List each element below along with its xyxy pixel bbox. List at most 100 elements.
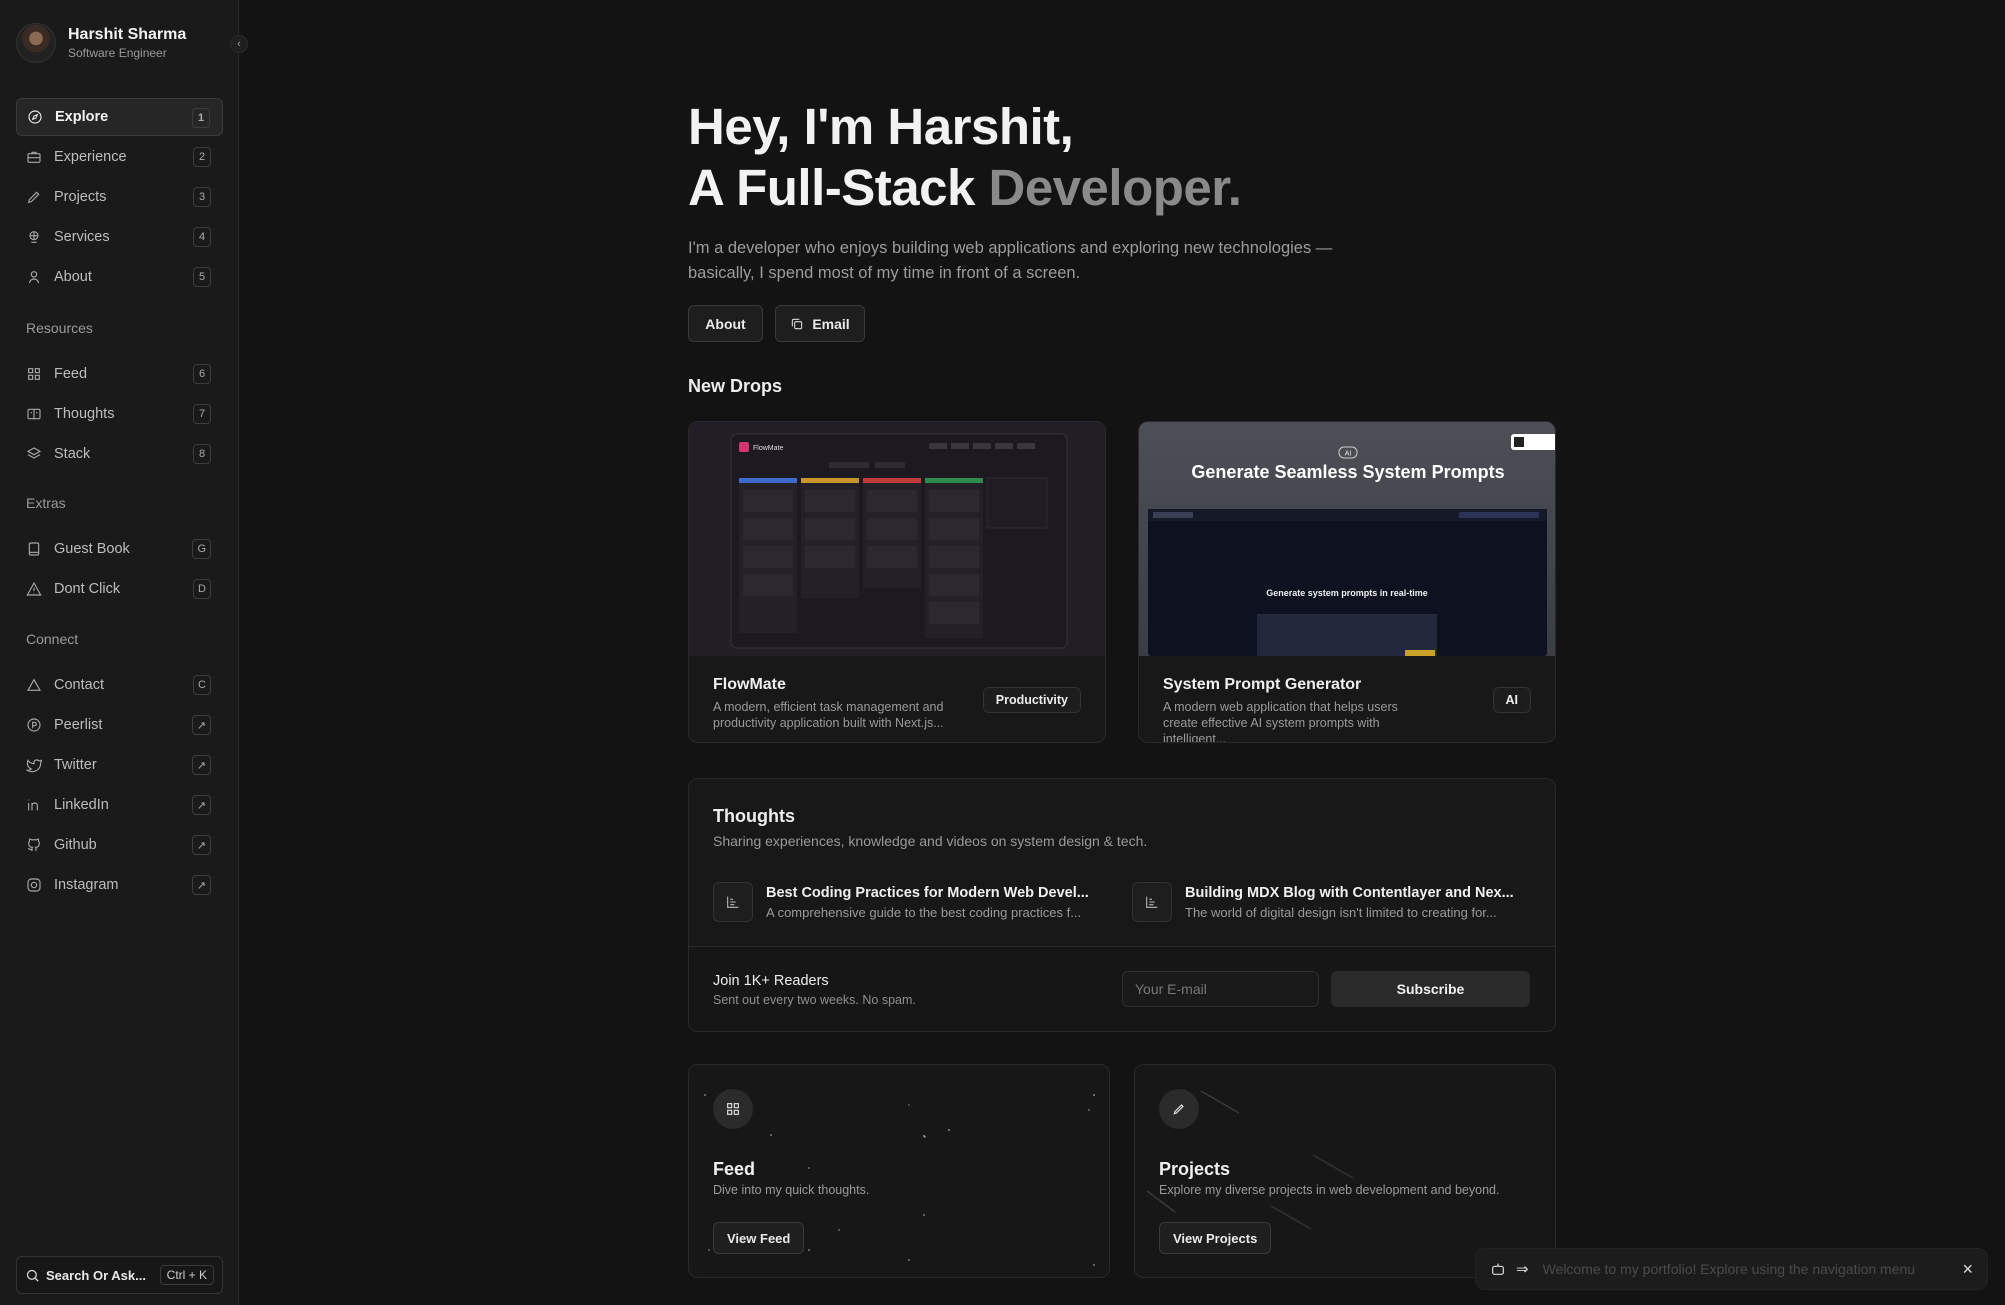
guestbook-icon bbox=[28, 542, 40, 556]
sidebar-item-label: Dont Click bbox=[54, 581, 121, 597]
view-feed-button[interactable]: View Feed bbox=[713, 1222, 805, 1254]
email-button[interactable]: Email bbox=[775, 305, 865, 342]
compass-icon bbox=[28, 110, 42, 124]
sidebar-item-projects[interactable]: Projects 3 bbox=[16, 178, 223, 216]
view-projects-button[interactable]: View Projects bbox=[1159, 1222, 1272, 1254]
thoughts-subheading: Sharing experiences, knowledge and video… bbox=[713, 833, 1148, 849]
sidebar-item-guest-book[interactable]: Guest Book G bbox=[16, 530, 223, 568]
projects-feature-card: Projects Explore my diverse projects in … bbox=[1134, 1064, 1556, 1278]
sidebar-item-label: Thoughts bbox=[54, 406, 115, 422]
feature-description: Dive into my quick thoughts. bbox=[713, 1183, 870, 1197]
sidebar-item-explore[interactable]: Explore 1 bbox=[16, 98, 223, 136]
twitter-icon bbox=[26, 759, 42, 773]
section-label-connect: Connect bbox=[26, 631, 79, 647]
layers-icon bbox=[26, 447, 42, 459]
search-shortcut: Ctrl + K bbox=[159, 1265, 214, 1285]
feed-feature-card: Feed Dive into my quick thoughts. View F… bbox=[688, 1064, 1110, 1278]
flowmate-preview-name: FlowMate bbox=[753, 445, 783, 452]
shortcut-badge: 1 bbox=[192, 108, 210, 128]
sidebar-item-label: Instagram bbox=[54, 877, 119, 893]
card-tag: AI bbox=[1492, 687, 1531, 713]
external-link-icon: ↗ bbox=[191, 795, 211, 815]
sidebar-item-services[interactable]: Services 4 bbox=[16, 218, 223, 256]
shortcut-badge: 5 bbox=[193, 267, 211, 287]
sidebar-item-label: Projects bbox=[54, 189, 107, 205]
sidebar-item-instagram[interactable]: Instagram ↗ bbox=[16, 866, 223, 904]
hero-line-2: A Full-Stack Developer. bbox=[688, 157, 1242, 218]
warning-icon bbox=[26, 581, 42, 596]
sidebar-item-label: Services bbox=[54, 229, 110, 245]
triangle-icon bbox=[27, 678, 41, 691]
sidebar-item-feed[interactable]: Feed 6 bbox=[16, 355, 223, 393]
sidebar-item-label: Explore bbox=[55, 109, 109, 125]
sidebar-item-github[interactable]: Github ↗ bbox=[16, 826, 223, 864]
card-title: System Prompt Generator bbox=[1163, 676, 1362, 693]
copy-icon bbox=[792, 318, 803, 329]
preview-headline: Generate Seamless System Prompts bbox=[1191, 462, 1504, 482]
toast-message: Welcome to my portfolio! Explore using t… bbox=[1542, 1261, 1916, 1277]
sidebar-item-peerlist[interactable]: Peerlist ↗ bbox=[16, 706, 223, 744]
avatar bbox=[16, 23, 56, 63]
sidebar-item-label: Twitter bbox=[54, 757, 97, 773]
sidebar-item-about[interactable]: About 5 bbox=[16, 258, 223, 296]
new-drops-heading: New Drops bbox=[688, 376, 783, 396]
services-icon bbox=[29, 231, 39, 243]
card-description: A modern, efficient task management and … bbox=[713, 700, 944, 730]
feature-title: Feed bbox=[713, 1159, 756, 1179]
newsletter-title: Join 1K+ Readers bbox=[713, 973, 829, 989]
shortcut-badge: 4 bbox=[193, 227, 211, 247]
sidebar-item-label: Feed bbox=[54, 366, 88, 382]
system-prompt-screenshot: AI Generate Seamless System Prompts Gene… bbox=[1148, 434, 1555, 656]
pencil-icon bbox=[1159, 1089, 1199, 1129]
pencil-icon bbox=[27, 191, 40, 204]
thought-title: Best Coding Practices for Modern Web Dev… bbox=[766, 885, 1089, 901]
shortcut-badge: 7 bbox=[193, 404, 211, 424]
thought-title: Building MDX Blog with Contentlayer and … bbox=[1185, 885, 1514, 901]
robot-icon bbox=[1492, 1263, 1504, 1275]
subscribe-button[interactable]: Subscribe bbox=[1331, 971, 1530, 1007]
sidebar-item-stack[interactable]: Stack 8 bbox=[16, 435, 223, 473]
shortcut-badge: 3 bbox=[193, 187, 211, 207]
linkedin-icon bbox=[28, 799, 38, 811]
shortcut-badge: D bbox=[193, 579, 211, 599]
preview-subheadline: Generate system prompts in real-time bbox=[1266, 588, 1428, 598]
sidebar-item-twitter[interactable]: Twitter ↗ bbox=[16, 746, 223, 784]
sidebar: Harshit Sharma Software Engineer ‹ Explo… bbox=[0, 0, 248, 1305]
collapse-sidebar-button[interactable]: ‹ bbox=[230, 35, 248, 53]
sidebar-item-thoughts[interactable]: Thoughts 7 bbox=[16, 395, 223, 433]
sidebar-item-contact[interactable]: Contact C bbox=[16, 666, 223, 704]
sidebar-item-linkedin[interactable]: LinkedIn ↗ bbox=[16, 786, 223, 824]
external-link-icon: ↗ bbox=[191, 835, 211, 855]
profile[interactable]: Harshit Sharma Software Engineer bbox=[16, 23, 186, 63]
grid-icon bbox=[28, 368, 40, 380]
card-title: FlowMate bbox=[713, 676, 786, 693]
sidebar-item-dont-click[interactable]: Dont Click D bbox=[16, 570, 223, 608]
close-icon[interactable]: × bbox=[1962, 1259, 1973, 1280]
sidebar-item-label: Stack bbox=[54, 446, 91, 462]
email-button-label: Email bbox=[812, 315, 850, 332]
about-button[interactable]: About bbox=[688, 305, 763, 342]
sidebar-item-experience[interactable]: Experience 2 bbox=[16, 138, 223, 176]
project-card-flowmate[interactable]: FlowMate FlowMate A modern, efficient ta… bbox=[688, 421, 1106, 743]
sidebar-item-label: LinkedIn bbox=[54, 797, 109, 813]
external-link-icon: ↗ bbox=[191, 875, 211, 895]
peerlist-icon bbox=[27, 718, 41, 732]
chevron-left-icon: ‹ bbox=[237, 38, 241, 50]
chart-icon bbox=[1132, 882, 1172, 922]
sidebar-item-label: Contact bbox=[54, 677, 104, 693]
newsletter-email-input[interactable] bbox=[1122, 971, 1319, 1007]
shortcut-badge: C bbox=[193, 675, 211, 695]
sidebar-item-label: Peerlist bbox=[54, 717, 103, 733]
system-prompt-preview-image: AI Generate Seamless System Prompts Gene… bbox=[1139, 422, 1555, 656]
project-card-system-prompt-generator[interactable]: AI Generate Seamless System Prompts Gene… bbox=[1138, 421, 1556, 743]
shortcut-badge: 6 bbox=[193, 364, 211, 384]
feature-title: Projects bbox=[1159, 1159, 1231, 1179]
github-icon bbox=[27, 838, 40, 851]
newsletter-subtitle: Sent out every two weeks. No spam. bbox=[713, 993, 916, 1007]
search-button[interactable]: Search Or Ask... Ctrl + K bbox=[16, 1256, 223, 1294]
hero-description: I'm a developer who enjoys building web … bbox=[688, 239, 1333, 282]
sidebar-item-label: Experience bbox=[54, 149, 127, 165]
external-link-icon: ↗ bbox=[191, 755, 211, 775]
user-icon bbox=[28, 271, 40, 284]
card-description: A modern web application that helps user… bbox=[1163, 700, 1398, 743]
